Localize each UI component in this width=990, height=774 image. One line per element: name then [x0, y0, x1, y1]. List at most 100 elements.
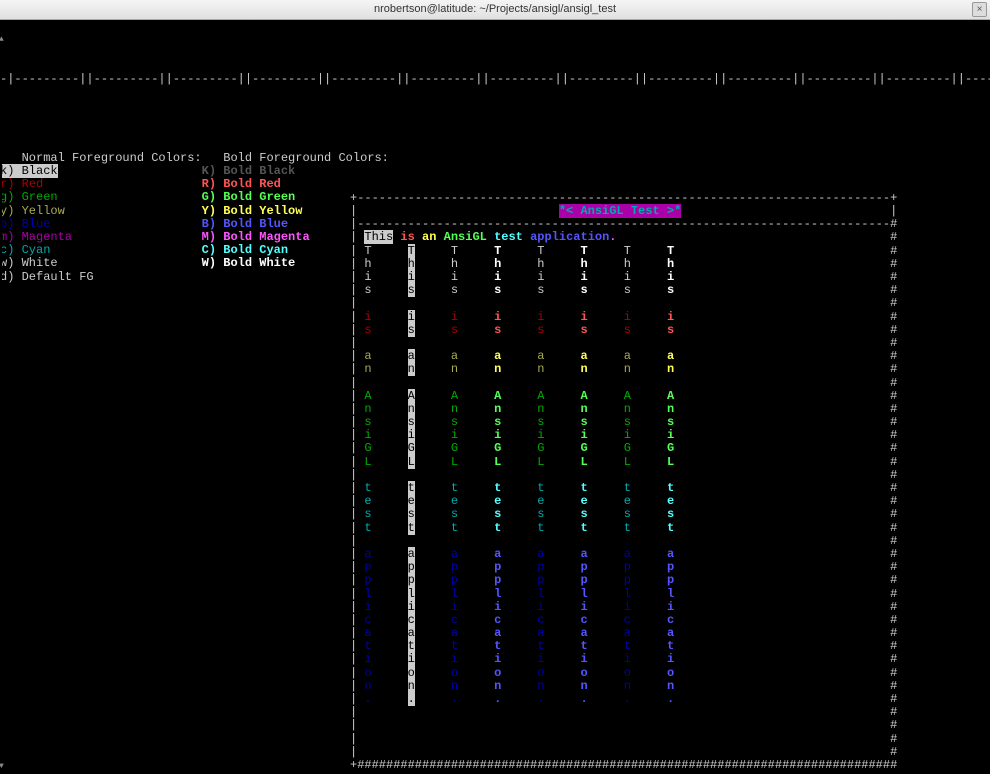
- grid-char: t: [408, 481, 415, 495]
- grid-char: n: [537, 362, 544, 376]
- grid-char: n: [408, 362, 415, 376]
- grid-char: h: [494, 257, 501, 271]
- legend-item: K) Bold Black: [202, 164, 296, 178]
- grid-char: n: [624, 679, 631, 693]
- grid-char: e: [364, 494, 371, 508]
- grid-char: c: [408, 613, 415, 627]
- grid-char: n: [451, 679, 458, 693]
- word-an: an: [422, 230, 436, 244]
- grid-char: s: [581, 323, 588, 337]
- grid-char: A: [494, 389, 501, 403]
- grid-char: p: [364, 573, 371, 587]
- grid-char: n: [667, 362, 674, 376]
- grid-char: G: [451, 441, 458, 455]
- grid-char: s: [537, 507, 544, 521]
- grid-char: l: [537, 587, 544, 601]
- grid-char: n: [581, 362, 588, 376]
- test-row: | s s s s s s s s #: [350, 324, 990, 337]
- grid-char: t: [624, 639, 631, 653]
- grid-char: i: [624, 310, 631, 324]
- legend-item: k) Black: [0, 164, 58, 178]
- grid-char: L: [364, 455, 371, 469]
- grid-char: t: [451, 521, 458, 535]
- grid-char: o: [667, 666, 674, 680]
- grid-char: G: [408, 441, 415, 455]
- grid-char: c: [667, 613, 674, 627]
- grid-char: a: [408, 626, 415, 640]
- grid-char: i: [624, 652, 631, 666]
- grid-char: A: [581, 389, 588, 403]
- grid-char: p: [624, 573, 631, 587]
- grid-char: t: [364, 521, 371, 535]
- legend-row: d) Default FG: [0, 271, 350, 284]
- grid-char: a: [364, 626, 371, 640]
- grid-char: e: [537, 494, 544, 508]
- grid-char: L: [537, 455, 544, 469]
- grid-char: i: [581, 270, 588, 284]
- grid-char: p: [537, 573, 544, 587]
- grid-char: e: [451, 494, 458, 508]
- grid-char: n: [494, 679, 501, 693]
- word-ansigl: AnsiGL: [444, 230, 487, 244]
- grid-char: i: [364, 600, 371, 614]
- grid-char: a: [364, 349, 371, 363]
- grid-char: o: [451, 666, 458, 680]
- grid-char: e: [408, 494, 415, 508]
- grid-char: o: [364, 666, 371, 680]
- titlebar[interactable]: nrobertson@latitude: ~/Projects/ansigl/a…: [0, 0, 990, 20]
- close-icon[interactable]: ×: [972, 2, 987, 17]
- grid-char: h: [537, 257, 544, 271]
- grid-char: .: [364, 692, 371, 706]
- grid-char: s: [581, 283, 588, 297]
- legend-row: y) Yellow Y) Bold Yellow: [0, 205, 350, 218]
- grid-char: A: [408, 389, 415, 403]
- grid-char: n: [581, 402, 588, 416]
- grid-char: s: [364, 283, 371, 297]
- grid-char: n: [451, 362, 458, 376]
- grid-char: a: [494, 626, 501, 640]
- grid-char: i: [364, 270, 371, 284]
- terminal[interactable]: -|---------||---------||---------||-----…: [0, 20, 990, 774]
- grid-char: i: [667, 310, 674, 324]
- grid-char: s: [667, 283, 674, 297]
- grid-char: a: [537, 349, 544, 363]
- grid-char: s: [581, 507, 588, 521]
- grid-char: a: [667, 349, 674, 363]
- legend-item: B) Bold Blue: [202, 217, 288, 231]
- grid-char: l: [408, 587, 415, 601]
- grid-char: l: [451, 587, 458, 601]
- grid-char: t: [364, 481, 371, 495]
- word-is: is: [400, 230, 414, 244]
- grid-char: i: [624, 270, 631, 284]
- grid-char: .: [494, 692, 501, 706]
- test-row: +#######################################…: [350, 759, 990, 772]
- grid-char: s: [667, 323, 674, 337]
- grid-char: i: [667, 270, 674, 284]
- grid-char: s: [667, 415, 674, 429]
- scrollbar[interactable]: [0, 20, 2, 774]
- grid-char: a: [624, 626, 631, 640]
- grid-char: c: [537, 613, 544, 627]
- grid-char: t: [537, 639, 544, 653]
- grid-char: A: [624, 389, 631, 403]
- grid-char: n: [408, 679, 415, 693]
- grid-char: h: [667, 257, 674, 271]
- grid-char: l: [364, 587, 371, 601]
- grid-char: n: [451, 402, 458, 416]
- grid-char: a: [451, 349, 458, 363]
- grid-char: s: [537, 283, 544, 297]
- grid-char: i: [494, 310, 501, 324]
- grid-char: a: [581, 626, 588, 640]
- grid-char: n: [624, 362, 631, 376]
- grid-char: i: [537, 310, 544, 324]
- grid-char: n: [494, 362, 501, 376]
- grid-char: s: [408, 323, 415, 337]
- grid-char: i: [667, 600, 674, 614]
- grid-char: s: [537, 415, 544, 429]
- grid-char: a: [494, 349, 501, 363]
- grid-char: l: [667, 587, 674, 601]
- grid-char: s: [408, 415, 415, 429]
- grid-char: c: [451, 613, 458, 627]
- grid-char: p: [408, 560, 415, 574]
- test-row: | #: [350, 733, 990, 746]
